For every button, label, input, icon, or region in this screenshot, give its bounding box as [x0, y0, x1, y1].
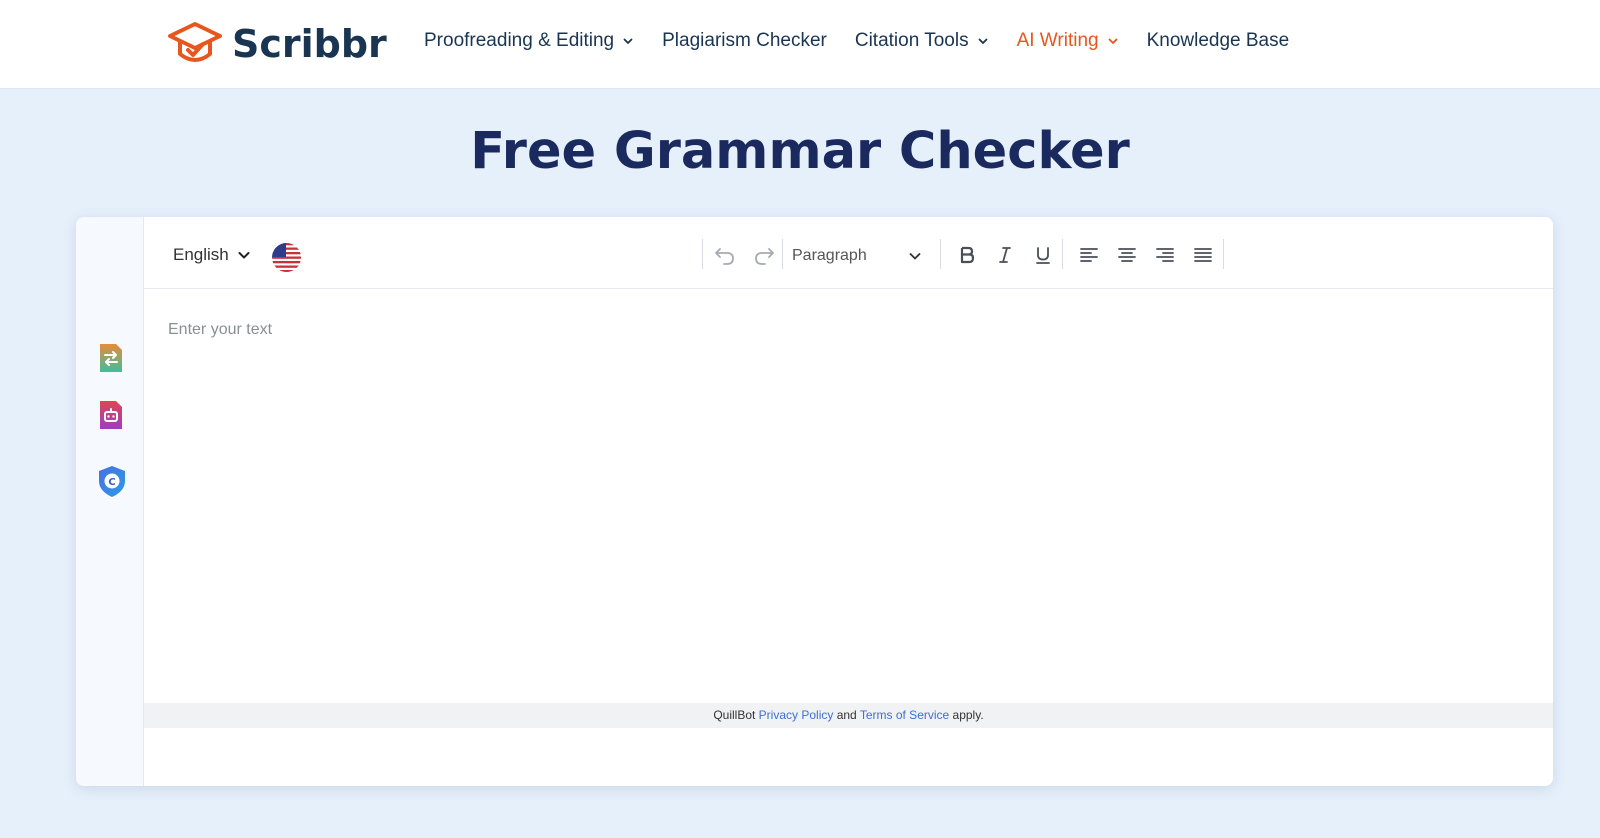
language-select[interactable]: English: [173, 245, 251, 265]
redo-icon[interactable]: [752, 243, 776, 267]
citation-shield-icon[interactable]: C: [97, 464, 125, 498]
nav-item-label: Proofreading & Editing: [424, 30, 615, 51]
paragraph-style-select[interactable]: Paragraph: [792, 247, 922, 265]
toolbar-divider: [940, 239, 941, 269]
undo-icon[interactable]: [713, 243, 737, 267]
paraphraser-icon[interactable]: [97, 341, 125, 375]
chevron-down-icon: [978, 38, 987, 44]
underline-icon[interactable]: [1031, 243, 1055, 267]
grammar-checker-card: C English Paragraph Enter your text Quil…: [76, 217, 1553, 786]
nav-item-knowledge-base[interactable]: Knowledge Base: [1147, 30, 1290, 52]
italic-icon[interactable]: [993, 243, 1017, 267]
chevron-down-icon: [1108, 38, 1117, 44]
paragraph-style-label: Paragraph: [792, 247, 867, 264]
nav-item-label: AI Writing: [1016, 30, 1099, 51]
toolbar-divider: [1062, 239, 1063, 269]
main-nav: Proofreading & Editing Plagiarism Checke…: [424, 30, 1317, 52]
language-label: English: [173, 245, 229, 264]
terms-of-service-link[interactable]: Terms of Service: [860, 708, 949, 722]
legal-notice: QuillBot Privacy Policy and Terms of Ser…: [144, 703, 1553, 728]
site-header: Scribbr Proofreading & Editing Plagiaris…: [0, 0, 1600, 89]
chevron-down-icon: [909, 253, 921, 260]
tool-side-rail: C: [76, 217, 144, 786]
nav-item-label: Knowledge Base: [1146, 30, 1290, 51]
text-editor: English Paragraph Enter your text QuillB…: [144, 217, 1553, 786]
nav-item-proofreading-editing[interactable]: Proofreading & Editing: [424, 30, 634, 52]
text-input-area[interactable]: Enter your text: [144, 289, 1553, 703]
nav-item-plagiarism-checker[interactable]: Plagiarism Checker: [662, 30, 827, 52]
align-center-icon[interactable]: [1115, 243, 1139, 267]
svg-text:C: C: [108, 477, 115, 488]
page-title: Free Grammar Checker: [470, 122, 1130, 181]
toolbar-divider: [782, 239, 783, 269]
privacy-policy-link[interactable]: Privacy Policy: [759, 708, 834, 722]
legal-suffix: apply.: [949, 708, 984, 722]
legal-prefix: QuillBot: [713, 708, 759, 722]
toolbar-divider: [702, 239, 703, 269]
graduation-cap-logo-icon: [168, 22, 222, 62]
scribbr-logo[interactable]: Scribbr: [166, 20, 387, 68]
chevron-down-icon: [623, 38, 633, 44]
bold-icon[interactable]: [955, 243, 979, 267]
align-left-icon[interactable]: [1077, 243, 1101, 267]
legal-middle: and: [833, 708, 860, 722]
chevron-down-icon: [238, 252, 250, 259]
nav-item-label: Plagiarism Checker: [662, 30, 827, 51]
nav-item-ai-writing[interactable]: AI Writing: [1017, 30, 1119, 52]
us-flag-icon[interactable]: [272, 243, 301, 272]
ai-detector-icon[interactable]: [97, 398, 125, 432]
align-justify-icon[interactable]: [1191, 243, 1215, 267]
nav-item-label: Citation Tools: [854, 30, 969, 51]
editor-toolbar: English Paragraph: [144, 217, 1553, 289]
toolbar-divider: [1223, 239, 1224, 269]
logo-text: Scribbr: [232, 22, 387, 66]
nav-item-citation-tools[interactable]: Citation Tools: [855, 30, 989, 52]
align-right-icon[interactable]: [1153, 243, 1177, 267]
text-input-placeholder: Enter your text: [168, 321, 273, 338]
